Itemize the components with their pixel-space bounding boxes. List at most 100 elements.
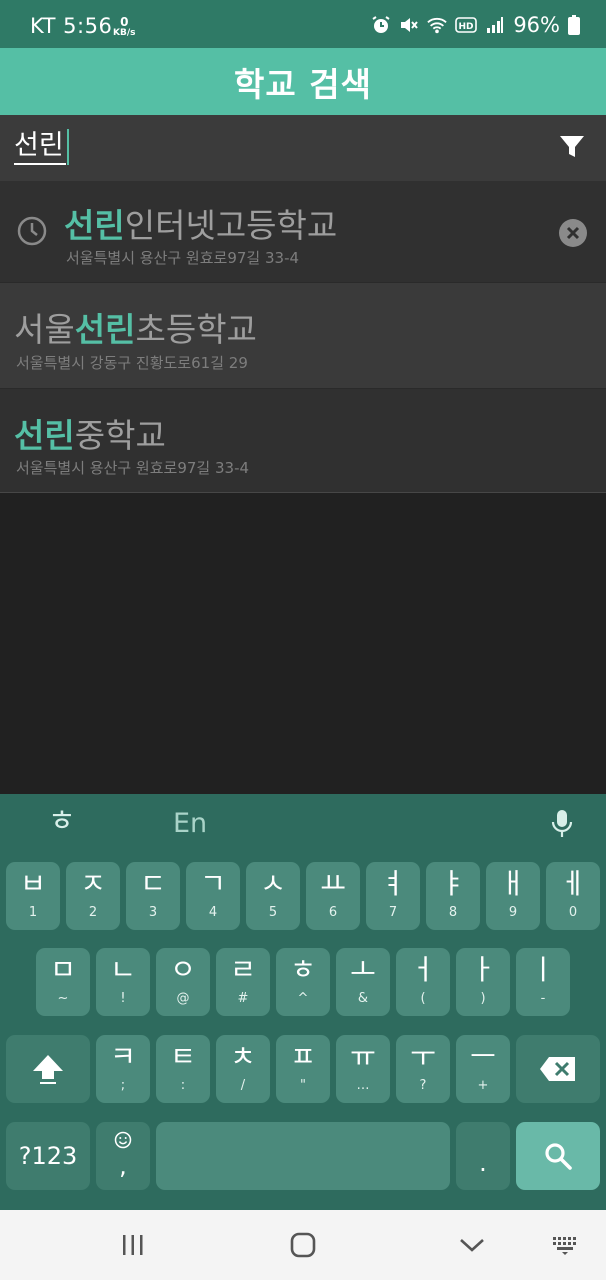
key-ㅈ[interactable]: ㅈ2 <box>66 862 120 930</box>
key-ㄱ[interactable]: ㄱ4 <box>186 862 240 930</box>
key-label: ㅛ <box>320 867 346 900</box>
key-sublabel: + <box>477 1078 489 1093</box>
key-sublabel: 7 <box>388 905 398 920</box>
mute-icon <box>399 15 419 35</box>
key-label: ㅑ <box>440 867 466 900</box>
filter-button[interactable] <box>558 133 586 161</box>
space-key[interactable] <box>156 1122 450 1190</box>
home-icon <box>290 1232 316 1258</box>
network-speed-unit: KB/s <box>113 28 136 38</box>
key-ㅔ[interactable]: ㅔ0 <box>546 862 600 930</box>
key-label: ㅠ <box>350 1040 376 1073</box>
key-ㅠ[interactable]: ㅠ… <box>336 1035 390 1103</box>
key-ㅋ[interactable]: ㅋ; <box>96 1035 150 1103</box>
keyboard-toolbar: ㅎ En <box>0 794 606 854</box>
key-ㅇ[interactable]: ㅇ @ <box>156 948 210 1016</box>
key-ㅜ[interactable]: ㅜ? <box>396 1035 450 1103</box>
key-label: ㅅ <box>260 867 286 900</box>
key-ㅛ[interactable]: ㅛ6 <box>306 862 360 930</box>
key-ㅏ[interactable]: ㅏ) <box>456 948 510 1016</box>
result-address: 서울특별시 용산구 원효로97길 33-4 <box>16 459 250 477</box>
emoji-comma-key[interactable]: , <box>96 1122 150 1190</box>
chevron-down-icon <box>460 1239 484 1252</box>
recent-apps-button[interactable] <box>117 1230 149 1260</box>
network-speed: 0 KB/s <box>113 16 135 38</box>
key-ㅐ[interactable]: ㅐ9 <box>486 862 540 930</box>
key-sublabel: ^ <box>297 991 309 1006</box>
key-ㄴ[interactable]: ㄴ! <box>96 948 150 1016</box>
back-button[interactable] <box>456 1230 488 1260</box>
history-icon <box>16 215 48 247</box>
remove-history-button[interactable] <box>558 218 588 248</box>
result-item[interactable]: 선린중학교 서울특별시 용산구 원효로97길 33-4 <box>0 389 606 493</box>
home-button[interactable] <box>287 1230 319 1260</box>
result-name-highlight: 선린 <box>64 206 125 245</box>
key-ㅂ[interactable]: ㅂ1 <box>6 862 60 930</box>
result-name: 선린중학교 <box>14 409 166 457</box>
key-ㅓ[interactable]: ㅓ( <box>396 948 450 1016</box>
keyboard-toggle-button[interactable] <box>550 1230 582 1260</box>
search-input[interactable]: 선린 <box>14 129 66 165</box>
filter-icon <box>560 136 584 157</box>
key-ㅁ[interactable]: ㅁ ~ <box>36 948 90 1016</box>
key-sublabel: ! <box>120 991 126 1006</box>
key-ㄹ[interactable]: ㄹ # <box>216 948 270 1016</box>
keyboard: ㅎ En ㅂ1 ㅈ2 ㄷ3 ㄱ4 ㅅ5 ㅛ6 ㅕ7 ㅑ8 ㅐ9 ㅔ0 ㅁ ~ ㄴ!… <box>0 794 606 1210</box>
result-name-suffix: 인터넷고등학교 <box>124 206 338 245</box>
result-item-history[interactable]: 선린인터넷고등학교 서울특별시 용산구 원효로97길 33-4 <box>0 181 606 283</box>
emoji-icon <box>96 1131 150 1149</box>
key-sublabel: 1 <box>28 905 38 920</box>
key-sublabel: 4 <box>208 905 218 920</box>
key-sublabel: " <box>300 1078 306 1093</box>
key-sublabel: 6 <box>328 905 338 920</box>
key-label: ㅣ <box>530 953 556 986</box>
status-icons: HD 96% <box>371 13 580 37</box>
key-ㅡ[interactable]: ㅡ + <box>456 1035 510 1103</box>
result-item[interactable]: 서울선린초등학교 서울특별시 강동구 진황도로61길 29 <box>0 283 606 389</box>
close-circle-icon <box>559 219 587 247</box>
alarm-icon <box>371 15 391 35</box>
key-sublabel: 5 <box>268 905 278 920</box>
english-mode-button[interactable]: En <box>173 808 207 839</box>
battery-icon <box>568 15 580 35</box>
key-label: ㅌ <box>170 1040 196 1073</box>
key-sublabel: ~ <box>57 991 69 1006</box>
key-label: ㅓ <box>410 953 436 986</box>
shift-key[interactable] <box>6 1035 90 1103</box>
network-speed-value: 0 <box>120 15 129 29</box>
key-ㅑ[interactable]: ㅑ8 <box>426 862 480 930</box>
search-icon <box>516 1122 600 1190</box>
backspace-key[interactable] <box>516 1035 600 1103</box>
shift-icon <box>6 1035 90 1103</box>
navigation-bar <box>0 1210 606 1280</box>
result-address: 서울특별시 강동구 진황도로61길 29 <box>16 354 248 372</box>
app-bar: 학교 검색 <box>0 48 606 115</box>
result-name: 선린인터넷고등학교 <box>64 199 337 247</box>
result-address: 서울특별시 용산구 원효로97길 33-4 <box>66 249 300 267</box>
key-label: ㄴ <box>110 953 136 986</box>
key-ㅌ[interactable]: ㅌ: <box>156 1035 210 1103</box>
symbols-key[interactable]: ?123 <box>6 1122 90 1190</box>
key-label: ㅏ <box>470 953 496 986</box>
period-key[interactable]: . <box>456 1122 510 1190</box>
hangul-mode-button[interactable]: ㅎ <box>48 802 76 842</box>
search-key[interactable] <box>516 1122 600 1190</box>
status-bar: KT 5:56 0 KB/s HD 96% <box>0 0 606 48</box>
key-ㅍ[interactable]: ㅍ " <box>276 1035 330 1103</box>
key-sublabel: ) <box>480 991 486 1006</box>
microphone-icon[interactable] <box>550 808 574 840</box>
key-ㅗ[interactable]: ㅗ & <box>336 948 390 1016</box>
result-name-prefix: 서울 <box>14 310 75 349</box>
key-ㅕ[interactable]: ㅕ7 <box>366 862 420 930</box>
key-label: ㄷ <box>140 867 166 900</box>
key-label: ㅍ <box>290 1040 316 1073</box>
key-ㅎ[interactable]: ㅎ ^ <box>276 948 330 1016</box>
keyboard-icon <box>553 1237 576 1255</box>
page-title: 학교 검색 <box>234 64 372 104</box>
key-ㅣ[interactable]: ㅣ- <box>516 948 570 1016</box>
key-ㅊ[interactable]: ㅊ / <box>216 1035 270 1103</box>
result-name: 서울선린초등학교 <box>14 303 257 351</box>
result-name-suffix: 중학교 <box>74 416 166 455</box>
key-ㄷ[interactable]: ㄷ3 <box>126 862 180 930</box>
key-ㅅ[interactable]: ㅅ5 <box>246 862 300 930</box>
